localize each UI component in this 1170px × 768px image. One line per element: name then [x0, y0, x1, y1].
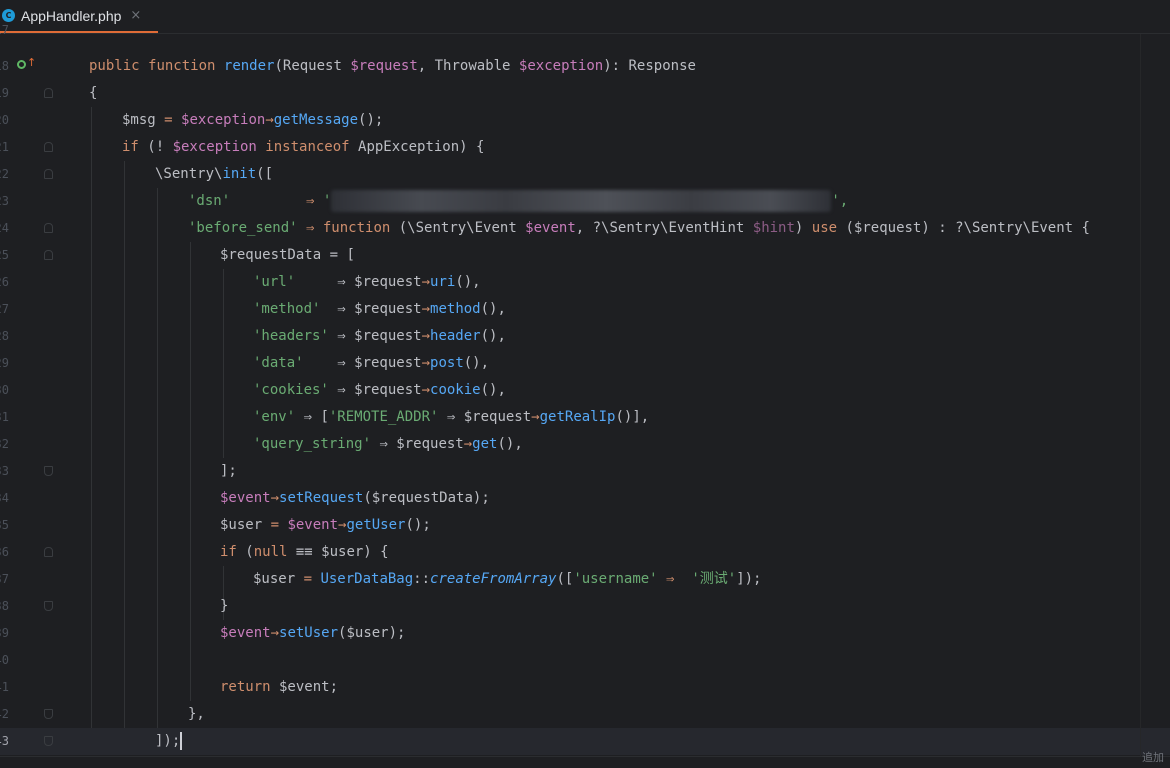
- line-number: 39: [0, 626, 9, 640]
- arrow-up-icon[interactable]: ↑: [27, 57, 36, 69]
- line-number: 38: [0, 599, 9, 613]
- line-number: 36: [0, 545, 9, 559]
- code-text: 'cookies' ⇒ $request→cookie(),: [253, 382, 506, 398]
- line-number: 23: [0, 194, 9, 208]
- line-number: 26: [0, 275, 9, 289]
- line-number: 30: [0, 383, 9, 397]
- line-number: 41: [0, 680, 9, 694]
- text-caret: [180, 732, 183, 750]
- code-line: 30 'cookies' ⇒ $request→cookie(),: [0, 377, 1170, 404]
- code-line: 33 ];: [0, 458, 1170, 485]
- code-text: 'url' ⇒ $request→uri(),: [253, 274, 481, 290]
- code-line: 37 $user = UserDataBag::createFromArray(…: [0, 566, 1170, 593]
- line-number: 33: [0, 464, 9, 478]
- fold-icon[interactable]: [44, 250, 53, 260]
- code-text: }: [220, 598, 229, 614]
- code-text: return $event;: [220, 679, 339, 695]
- code-text: {: [89, 85, 98, 101]
- code-line: 41 return $event;: [0, 674, 1170, 701]
- code-editor[interactable]: 17 18 ↑ public function render(Request $…: [0, 23, 1170, 756]
- line-number: 43: [0, 734, 9, 748]
- code-line: 18 ↑ public function render(Request $req…: [0, 53, 1170, 80]
- fold-icon[interactable]: [44, 169, 53, 179]
- code-text: 'method' ⇒ $request→method(),: [253, 301, 506, 317]
- code-text: 'env' ⇒ ['REMOTE_ADDR' ⇒ $request→getRea…: [253, 409, 650, 425]
- redacted-dsn: [331, 190, 832, 212]
- implements-method-icon[interactable]: [17, 60, 26, 69]
- code-line: 35 $user = $event→getUser();: [0, 512, 1170, 539]
- fold-icon[interactable]: [44, 88, 53, 98]
- code-line: 19 {: [0, 80, 1170, 107]
- code-line: 20 $msg = $exception→getMessage();: [0, 107, 1170, 134]
- code-line: 28 'headers' ⇒ $request→header(),: [0, 323, 1170, 350]
- code-line: 23 'dsn' ⇒ '',: [0, 188, 1170, 215]
- line-number: 20: [0, 113, 9, 127]
- code-line: 42 },: [0, 701, 1170, 728]
- code-line: 21 if (! $exception instanceof AppExcept…: [0, 134, 1170, 161]
- line-number: 21: [0, 140, 9, 154]
- code-line: 17: [0, 17, 1170, 44]
- code-text: 'data' ⇒ $request→post(),: [253, 355, 490, 371]
- code-text: 'before_send' ⇒ function (\Sentry\Event …: [188, 220, 1090, 236]
- code-line: 25 $requestData = [: [0, 242, 1170, 269]
- code-line: 40: [0, 647, 1170, 674]
- line-number: 24: [0, 221, 9, 235]
- right-margin-guide: [1140, 34, 1141, 756]
- line-number: 34: [0, 491, 9, 505]
- code-text: public function render(Request $request,…: [89, 58, 696, 74]
- line-number: 29: [0, 356, 9, 370]
- fold-icon[interactable]: [44, 223, 53, 233]
- code-text: $user = $event→getUser();: [220, 517, 431, 533]
- line-number: 25: [0, 248, 9, 262]
- fold-icon[interactable]: [44, 709, 53, 719]
- code-text: if (! $exception instanceof AppException…: [122, 139, 485, 155]
- code-text: $user = UserDataBag::createFromArray(['u…: [253, 571, 762, 587]
- fold-icon[interactable]: [44, 466, 53, 476]
- code-line: 31 'env' ⇒ ['REMOTE_ADDR' ⇒ $request→get…: [0, 404, 1170, 431]
- code-line: 39 $event→setUser($user);: [0, 620, 1170, 647]
- status-text: 追加: [1142, 751, 1164, 764]
- code-line: 38 }: [0, 593, 1170, 620]
- line-number: 40: [0, 653, 9, 667]
- code-line: 26 'url' ⇒ $request→uri(),: [0, 269, 1170, 296]
- code-text: \Sentry\init([: [155, 166, 274, 182]
- line-number: 31: [0, 410, 9, 424]
- code-text: 'dsn' ⇒ ' ',: [188, 188, 848, 215]
- code-line: 22 \Sentry\init([: [0, 161, 1170, 188]
- line-number: 35: [0, 518, 9, 532]
- line-number: 19: [0, 86, 9, 100]
- code-text: $event→setRequest($requestData);: [220, 490, 490, 506]
- code-text: 'headers' ⇒ $request→header(),: [253, 328, 506, 344]
- line-number: 18: [0, 59, 9, 73]
- code-text: 'query_string' ⇒ $request→get(),: [253, 436, 523, 452]
- code-text: $requestData = [: [220, 247, 355, 263]
- status-bar: 追加: [0, 751, 1170, 768]
- code-line: 34 $event→setRequest($requestData);: [0, 485, 1170, 512]
- fold-icon[interactable]: [44, 142, 53, 152]
- fold-icon[interactable]: [44, 547, 53, 557]
- fold-icon[interactable]: [44, 601, 53, 611]
- code-line: 27 'method' ⇒ $request→method(),: [0, 296, 1170, 323]
- code-text: ]);: [155, 732, 183, 750]
- code-text: $msg = $exception→getMessage();: [122, 112, 384, 128]
- line-number: 28: [0, 329, 9, 343]
- code-text: $event→setUser($user);: [220, 625, 406, 641]
- line-number: 32: [0, 437, 9, 451]
- code-text: },: [188, 706, 205, 722]
- line-number: 22: [0, 167, 9, 181]
- line-number: 42: [0, 707, 9, 721]
- line-number: 27: [0, 302, 9, 316]
- code-line-current: 43 ]);: [0, 728, 1170, 755]
- code-line: 32 'query_string' ⇒ $request→get(),: [0, 431, 1170, 458]
- code-text: if (null ≡≡ $user) {: [220, 544, 389, 560]
- code-line: 24 'before_send' ⇒ function (\Sentry\Eve…: [0, 215, 1170, 242]
- code-line: 36 if (null ≡≡ $user) {: [0, 539, 1170, 566]
- code-text: ];: [220, 463, 237, 479]
- fold-icon[interactable]: [44, 736, 53, 746]
- line-number: 37: [0, 572, 9, 586]
- line-number: 17: [0, 23, 9, 37]
- code-line: 29 'data' ⇒ $request→post(),: [0, 350, 1170, 377]
